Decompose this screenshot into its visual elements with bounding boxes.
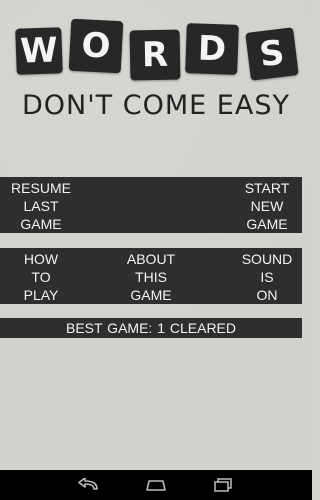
logo-tile-r: R (129, 29, 181, 81)
main-menu-screen: W O R D S DON'T COME EASY RESUME LAST GA… (0, 0, 312, 500)
system-navigation-bar (0, 470, 312, 500)
how-to-play-button[interactable]: HOW TO PLAY (10, 250, 72, 304)
start-new-game-button[interactable]: START NEW GAME (236, 179, 298, 233)
back-icon (78, 478, 98, 490)
logo: W O R D S (0, 18, 312, 82)
logo-tile-o: O (68, 18, 124, 74)
logo-tile-s: S (245, 27, 299, 81)
resume-last-game-button[interactable]: RESUME LAST GAME (8, 179, 74, 233)
subtitle: DON'T COME EASY (22, 90, 290, 121)
best-game-label: BEST GAME: 1 CLEARED (65, 320, 236, 336)
back-button[interactable] (74, 474, 104, 496)
about-this-game-button[interactable]: ABOUT THIS GAME (118, 250, 184, 304)
menu-bar-middle: HOW TO PLAY ABOUT THIS GAME SOUND IS ON (0, 248, 302, 304)
menu-bar-top: RESUME LAST GAME START NEW GAME (0, 177, 302, 233)
best-game-bar: BEST GAME: 1 CLEARED (0, 318, 302, 338)
logo-tile-d: D (185, 23, 239, 75)
home-icon (146, 480, 166, 491)
recent-apps-icon (214, 478, 232, 492)
home-button[interactable] (141, 474, 171, 496)
recent-apps-button[interactable] (208, 474, 238, 496)
logo-tile-w: W (15, 27, 63, 75)
sound-toggle-button[interactable]: SOUND IS ON (236, 250, 298, 304)
